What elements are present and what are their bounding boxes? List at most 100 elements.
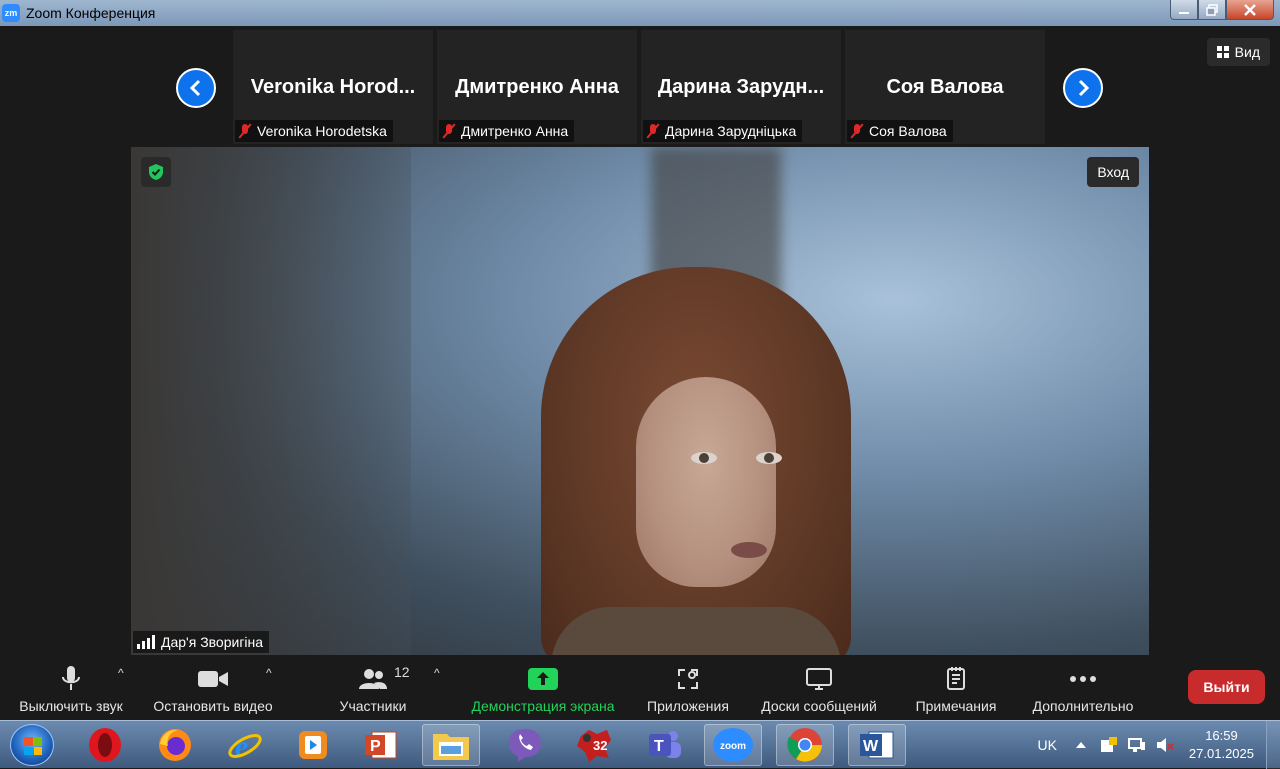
participant-tag-name: Дарина Заруднiцька [665,123,797,139]
start-button[interactable] [10,724,54,766]
network-icon [1127,738,1145,752]
grid-icon [1216,46,1229,58]
stop-video-button[interactable]: Остановить видео [148,656,278,720]
language-indicator[interactable]: UK [1037,737,1056,753]
participant-thumbnail[interactable]: Соя Валова Соя Валова [845,30,1045,144]
participants-strip: Veronika Horod... Veronika Horodetska Дм… [233,30,1045,144]
participant-display-name: Дмитренко Анна [455,76,619,98]
clock[interactable]: 16:59 27.01.2025 [1189,727,1254,763]
speaker-name: Дар'я Зворигіна [161,634,264,650]
previous-page-button[interactable] [176,68,216,108]
svg-text:e: e [235,730,248,763]
participant-thumbnail[interactable]: Veronika Horod... Veronika Horodetska [233,30,433,144]
participants-options-caret-icon[interactable]: ^ [434,666,440,680]
mute-label: Выключить звук [19,698,123,714]
participant-name-tag: Дмитренко Анна [439,120,575,142]
share-screen-label: Демонстрация экрана [471,698,615,714]
powerpoint-icon: P [365,731,397,759]
whiteboards-label: Доски сообщений [761,698,877,714]
participant-thumbnail[interactable]: Дарина Зарудн... Дарина Заруднiцька [641,30,841,144]
close-button[interactable] [1226,0,1274,20]
participant-thumbnail[interactable]: Дмитренко Анна Дмитренко Анна [437,30,637,144]
powerpoint-taskbar-button[interactable]: P [352,724,410,766]
zoom-logo-icon: zm [2,4,20,22]
zoom-icon: zoom [713,728,753,762]
media-player-taskbar-button[interactable] [284,724,342,766]
folder-icon [433,734,469,760]
chevron-right-icon [1078,79,1090,97]
apps-icon [678,669,698,689]
speaker-eye [691,452,717,464]
clock-date: 27.01.2025 [1188,746,1254,761]
zoom-taskbar-button[interactable]: zoom [704,724,762,766]
action-center-flag-icon [1100,737,1117,752]
volume-muted-icon [1156,738,1174,752]
viber-taskbar-button[interactable] [496,724,554,766]
teams-taskbar-button[interactable]: T [636,724,694,766]
participant-tag-name: Veronika Horodetska [257,123,387,139]
teams-icon: T [649,731,681,758]
file-explorer-taskbar-button[interactable] [422,724,480,766]
participants-label: Участники [339,698,407,714]
mic-muted-icon [851,124,863,138]
apps-button[interactable]: Приложения [640,656,736,720]
word-taskbar-button[interactable]: W [848,724,906,766]
show-desktop-button[interactable] [1266,721,1280,769]
participants-icon [359,669,387,689]
notes-button[interactable]: Примечания [906,656,1006,720]
opera-icon [89,728,121,762]
svg-text:W: W [863,738,879,755]
mic-muted-icon [443,124,455,138]
window-title-bar: zm Zoom Конференция [0,0,1280,26]
leave-button[interactable]: Выйти [1188,670,1265,704]
internet-explorer-icon: e [228,730,262,763]
whiteboard-icon [806,668,832,690]
meeting-area: Вид Veronika Horod... Veronika Horodetsk… [0,26,1280,720]
participant-display-name: Соя Валова [886,76,1004,98]
participant-name-tag: Veronika Horodetska [235,120,393,142]
svg-text:T: T [654,738,664,755]
whiteboards-button[interactable]: Доски сообщений [752,656,886,720]
clock-time: 16:59 [1205,728,1238,743]
speaker-mouth [731,542,767,558]
apps-label: Приложения [647,698,729,714]
internet-explorer-taskbar-button[interactable]: e [216,724,274,766]
window-title: Zoom Конференция [26,5,156,21]
share-screen-button[interactable]: Демонстрация экрана [462,656,624,720]
chrome-icon [787,728,822,762]
game-taskbar-button[interactable]: 32 [566,724,624,766]
encryption-badge[interactable] [141,157,171,187]
mic-muted-icon [239,124,251,138]
show-hidden-icons-icon [1075,742,1086,748]
active-speaker-video[interactable]: Вход Дар'я Зворигіна [131,147,1149,655]
mute-button[interactable]: Выключить звук [12,656,130,720]
chrome-taskbar-button[interactable] [776,724,834,766]
minimize-button[interactable] [1170,0,1198,20]
restore-button[interactable] [1198,0,1226,20]
participant-name-tag: Дарина Заруднiцька [643,120,803,142]
participant-display-name: Veronika Horod... [250,76,416,98]
video-options-caret-icon[interactable]: ^ [266,666,272,680]
next-page-button[interactable] [1063,68,1103,108]
svg-text:P: P [370,738,381,755]
more-dots-icon [1070,676,1096,682]
viber-icon [509,729,541,762]
notes-label: Примечания [915,698,997,714]
participant-name-tag: Соя Валова [847,120,953,142]
background-blur [131,147,411,655]
windows-taskbar: e P 32 T zoom W UK 16:59 27.01.2025 [0,720,1280,769]
more-button[interactable]: Дополнительно [1022,656,1144,720]
media-player-icon [299,731,327,759]
speaker-eye [756,452,782,464]
opera-taskbar-button[interactable] [76,724,134,766]
share-screen-icon [528,668,558,690]
view-button-label: Вид [1234,44,1260,60]
view-button[interactable]: Вид [1206,38,1270,66]
enter-button[interactable]: Вход [1087,157,1139,187]
firefox-icon [159,729,191,761]
audio-options-caret-icon[interactable]: ^ [118,666,124,680]
firefox-taskbar-button[interactable] [146,724,204,766]
more-label: Дополнительно [1032,698,1134,714]
svg-text:zoom: zoom [720,741,746,752]
speaker-name-tag: Дар'я Зворигіна [133,631,270,653]
